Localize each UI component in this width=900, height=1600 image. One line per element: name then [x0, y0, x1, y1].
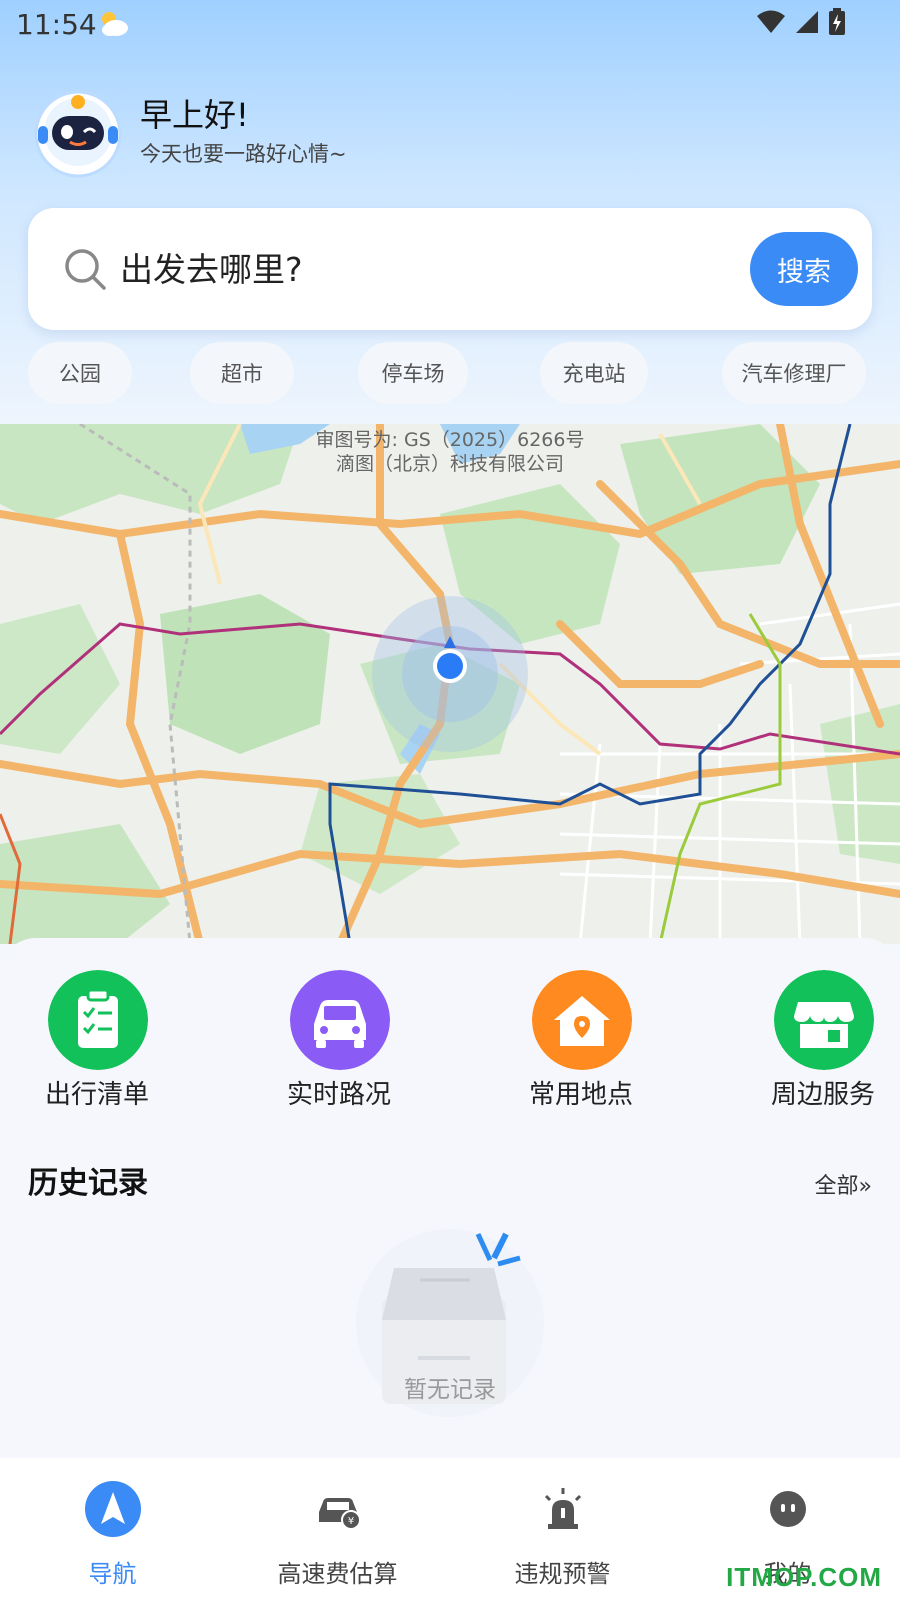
empty-history-text: 暂无记录: [404, 1377, 496, 1403]
tab-label: 高速费估算: [277, 1560, 398, 1588]
tag-supermarket[interactable]: 超市: [190, 342, 294, 404]
greeting-title: 早上好!: [140, 96, 249, 134]
tab-navigation[interactable]: 导航: [0, 1458, 225, 1600]
signal-icon: [796, 11, 818, 33]
tag-parking[interactable]: 停车场: [358, 342, 468, 404]
greeting-section: 早上好! 今天也要一路好心情~: [32, 86, 632, 186]
status-bar: 11:54: [0, 0, 900, 48]
bottom-sheet: 出行清单 实时路况 常用地点 周边服务 历史记录 全部» 暂无记录: [0, 938, 900, 1458]
feature-label: 实时路况: [286, 1080, 391, 1110]
map-canvas[interactable]: [0, 424, 900, 944]
feature-nearby-services[interactable]: 周边服务: [748, 970, 888, 1110]
feature-frequent-places[interactable]: 常用地点: [506, 970, 646, 1110]
profile-face-icon: [770, 1491, 806, 1527]
feature-label: 常用地点: [528, 1080, 633, 1110]
home-pin-icon: [532, 970, 632, 1070]
search-icon: [65, 249, 106, 290]
tag-charging-station[interactable]: 充电站: [540, 342, 648, 404]
watermark: ITMOP.COM: [726, 1562, 882, 1592]
greeting-subtitle: 今天也要一路好心情~: [140, 142, 347, 166]
feature-label: 出行清单: [44, 1080, 149, 1110]
feature-live-traffic[interactable]: 实时路况: [264, 970, 404, 1110]
battery-icon: [829, 8, 845, 35]
status-time: 11:54: [16, 8, 97, 41]
tab-label: 导航: [88, 1560, 137, 1588]
search-input[interactable]: [120, 244, 700, 294]
tab-violation-alert[interactable]: 违规预警: [450, 1458, 675, 1600]
store-icon: [774, 970, 874, 1070]
map-approval-text: 审图号为: GS（2025）6266号 滴图（北京）科技有限公司: [0, 428, 900, 476]
history-all-link[interactable]: 全部»: [815, 1168, 872, 1200]
quick-tags: 公园 超市 停车场 充电站 汽车修理厂: [0, 342, 900, 406]
checklist-icon: [48, 970, 148, 1070]
alarm-light-icon: [544, 1488, 582, 1529]
tag-car-repair[interactable]: 汽车修理厂: [722, 342, 866, 404]
svg-text:¥: ¥: [348, 1516, 354, 1527]
weather-icon: [102, 12, 128, 36]
car-icon: [290, 970, 390, 1070]
history-title: 历史记录: [28, 1166, 148, 1201]
tag-park[interactable]: 公园: [28, 342, 132, 404]
navigation-arrow-icon: [85, 1481, 141, 1537]
feature-travel-checklist[interactable]: 出行清单: [22, 970, 162, 1110]
map-approval-line1: 审图号为: GS（2025）6266号: [315, 429, 585, 451]
car-fee-icon: ¥: [319, 1498, 361, 1530]
search-card: 搜索: [28, 208, 872, 330]
tab-toll-estimate[interactable]: ¥ 高速费估算: [225, 1458, 450, 1600]
wifi-icon: [757, 10, 785, 33]
map-approval-line2: 滴图（北京）科技有限公司: [335, 453, 564, 475]
robot-avatar-icon[interactable]: [32, 86, 124, 178]
map-view[interactable]: 审图号为: GS（2025）6266号 滴图（北京）科技有限公司: [0, 424, 900, 944]
tab-label: 违规预警: [514, 1560, 611, 1588]
search-button[interactable]: 搜索: [750, 232, 858, 306]
feature-label: 周边服务: [770, 1080, 875, 1110]
